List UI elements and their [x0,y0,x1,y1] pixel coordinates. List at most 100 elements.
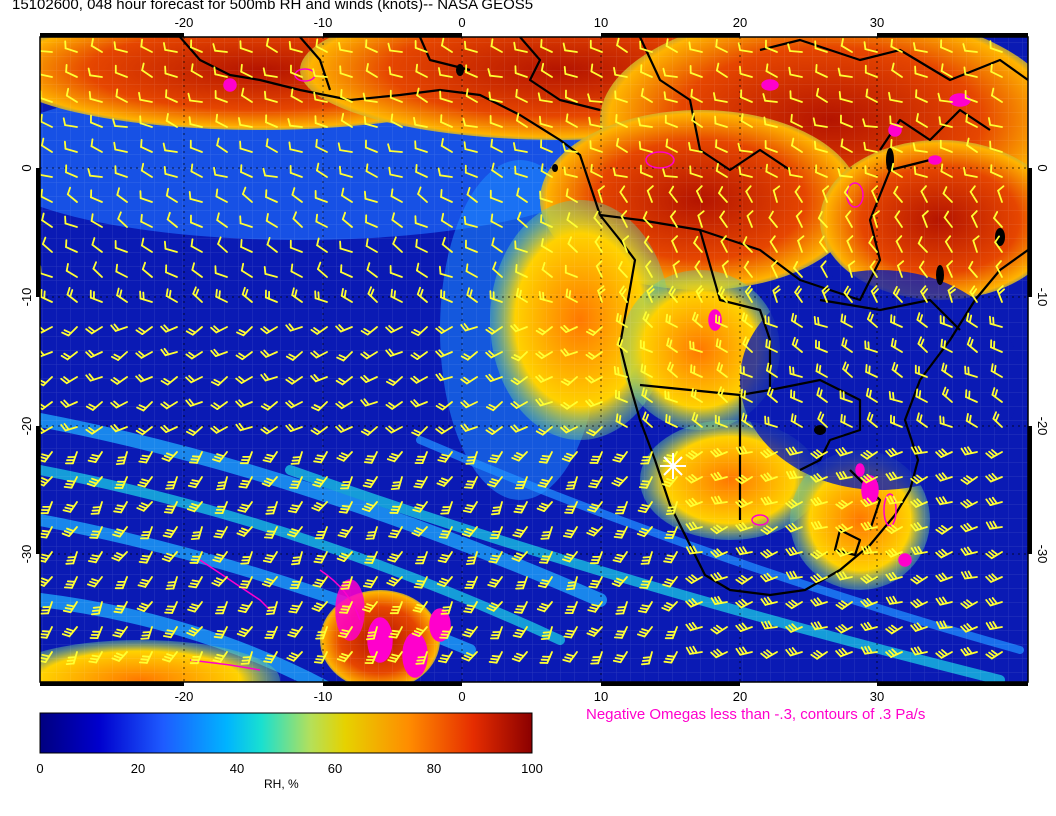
wind-barb-feather [338,41,342,51]
wind-barb-feather [968,414,972,424]
wind-barb-feather [113,141,117,151]
wind-barb-feather [667,506,677,509]
wind-barb-feather [614,636,623,639]
wind-barb-feather [365,458,375,461]
wind-barb-feather [191,455,201,458]
wind-barb-feather [117,456,127,459]
wind-barb-feather [289,607,299,611]
wind-barb-feather [263,265,267,275]
wind-barb-feather [463,610,472,614]
wind-barb-feather [290,562,300,566]
wind-barb-feather [340,287,344,297]
wind-barb-feather [768,340,771,350]
wind-barb-feather [616,630,626,633]
wind-barb-feather [416,580,426,583]
wind-barb-feather [388,635,398,639]
wind-barb-feather [166,505,176,508]
wind-barb-feather [992,316,995,326]
wind-barb-feather [516,605,526,608]
wind-barb-feather [441,654,451,658]
wind-barb-feather [668,315,671,325]
wind-barb-feather [388,535,397,539]
wind-barb-feather [167,581,177,584]
wind-barb-feather [315,213,319,223]
wind-barb-feather [113,510,122,514]
wind-barb-feather [615,114,618,123]
wind-barb-feather [65,482,74,486]
wind-barb-feather [988,117,992,126]
lon-tick: 10 [594,689,608,704]
wind-barb-feather [65,583,75,586]
wind-barb-feather [843,315,847,324]
wind-barb-feather [563,535,572,539]
wind-barb-feather [890,138,893,148]
wind-barb-feather [464,607,474,611]
wind-barb-feather [138,661,148,664]
wind-barb-feather [814,140,817,150]
wind-barb-feather [518,289,522,299]
wind-barb-feather [264,657,274,661]
lon-tick: 0 [458,689,465,704]
wind-barb-feather [739,65,742,75]
wind-barb-feather [465,88,469,97]
lon-tick: -10 [314,15,333,30]
wind-barb-feather [390,288,394,298]
wind-barb-feather [818,364,822,374]
wind-barb-feather [491,655,501,658]
wind-barb-feather [665,38,669,47]
wind-barb-feather [439,657,449,661]
colorbar-tick: 0 [36,761,43,776]
lon-labels-bottom: -20 -10 0 10 20 30 [175,689,885,704]
wind-barb-feather [617,366,620,376]
lon-tick: 10 [594,15,608,30]
wind-barb-feather [940,338,943,348]
wind-barb-feather [240,583,250,586]
wind-barb-feather [863,141,867,151]
wind-barb-feather [665,413,668,423]
wind-barb-feather [213,636,223,639]
wind-barb-feather [638,140,642,150]
wind-barb-feather [114,507,124,511]
wind-barb-feather [442,606,452,609]
wind-barb-feather [91,609,101,612]
wind-barb-feather [490,38,494,48]
wind-barb-feather [64,607,74,611]
wind-barb-feather [315,38,319,48]
wind-barb-feather [688,141,692,151]
wind-barb-feather [890,38,893,48]
wind-barb-feather [390,188,394,198]
wind-barb-feather [490,138,494,148]
wind-barb-feather [341,504,351,508]
wind-barb-feather [940,163,944,173]
wind-barb-feather [215,487,225,491]
wind-barb-feather [665,138,669,148]
wind-barb-feather [765,338,768,348]
colorbar-title: RH, % [264,777,299,791]
wind-barb-feather [267,606,277,609]
rh-colorbar [39,712,533,754]
wind-barb-feather [539,582,549,586]
wind-barb-feather [413,586,423,589]
wind-barb-feather [89,557,99,561]
wind-barb-feather [415,583,425,586]
wind-barb-feather [467,556,477,559]
wind-barb-feather [41,630,51,633]
wind-barb-feather [65,662,75,665]
wind-barb-feather [113,41,117,50]
wind-barb-feather [490,658,500,661]
wind-barb-feather [388,166,392,176]
wind-barb-feather [563,635,573,639]
wind-barb-feather [463,40,467,50]
wind-barb-feather [641,480,651,483]
wind-barb-feather [189,582,199,586]
wind-barb-feather [265,212,269,222]
wind-barb-feather [188,116,192,125]
wind-barb-feather [463,215,467,225]
wind-barb-feather [440,188,443,198]
wind-barb-feather [287,510,297,514]
wind-barb-feather [740,388,743,398]
wind-barb-feather [138,460,148,464]
forecast-map: -20 -10 0 10 20 30 -20 -10 0 10 20 30 0 … [19,15,1050,776]
wind-barb-feather [490,512,500,516]
wind-barb-feather [240,63,243,73]
